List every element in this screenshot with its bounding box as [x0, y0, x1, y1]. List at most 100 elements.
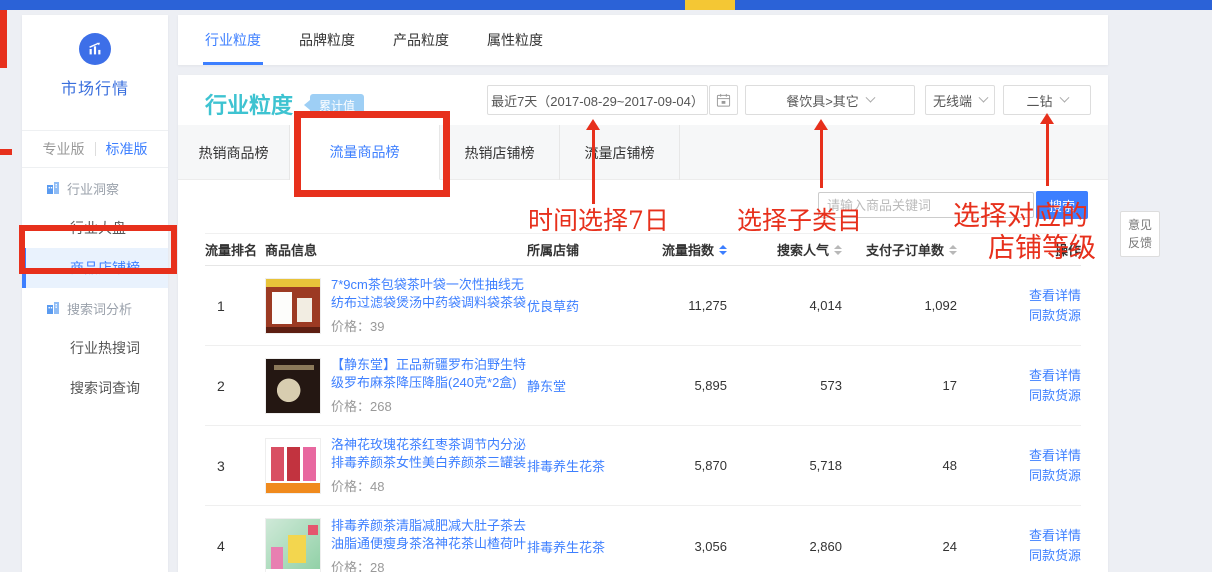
same-supply-link[interactable]: 同款货源 — [1029, 468, 1081, 484]
sidebar-item-search-word-query[interactable]: 搜索词查询 — [22, 368, 168, 408]
table-header-row: 流量排名 商品信息 所属店铺 流量指数 搜索人气 支付子订单数 操作 — [205, 233, 1081, 266]
sidebar-item-hot-search-words[interactable]: 行业热搜词 — [22, 328, 168, 368]
product-image[interactable] — [265, 278, 321, 334]
sidebar-header: 市场行情 — [22, 33, 168, 131]
product-price: 价格：48 — [331, 476, 527, 495]
header-traffic-rank: 流量排名 — [205, 240, 265, 259]
sidebar-item-industry-overview[interactable]: 行业大盘 — [22, 208, 168, 248]
chevron-down-icon — [865, 92, 875, 102]
traffic-index-value: 11,275 — [637, 298, 727, 313]
sort-paid-sub-orders[interactable] — [949, 245, 957, 255]
rank-tab-bar: 热销商品榜 流量商品榜 热销店铺榜 流量店铺榜 — [178, 125, 1108, 180]
product-title-link[interactable]: 排毒养颜茶清脂减肥减大肚子茶去油脂通便瘦身茶洛神花茶山楂荷叶 — [331, 517, 527, 553]
paid-sub-orders-value: 24 — [842, 539, 957, 554]
header-shop: 所属店铺 — [527, 240, 637, 259]
product-price: 价格：39 — [331, 316, 527, 335]
paid-sub-orders-value: 48 — [842, 458, 957, 473]
granularity-tab-bar: 行业粒度 品牌粒度 产品粒度 属性粒度 — [178, 15, 1108, 65]
product-image[interactable] — [265, 518, 321, 572]
shop-link[interactable]: 排毒养生花茶 — [527, 540, 605, 555]
table-row: 1 7*9cm茶包袋茶叶袋一次性抽线无纺布过滤袋煲汤中药袋调料袋茶袋价格：39优良… — [205, 266, 1081, 346]
tab-attribute-granularity[interactable]: 属性粒度 — [487, 15, 543, 65]
terminal-dropdown-label: 无线端 — [933, 91, 972, 110]
tab-industry-granularity[interactable]: 行业粒度 — [205, 15, 261, 65]
version-divider — [95, 142, 96, 156]
sidebar-menu: 行业洞察 行业大盘 商品店铺榜 搜索词分析 行业热搜词 搜索词查询 — [22, 168, 168, 408]
sidebar-section-search-analysis[interactable]: 搜索词分析 — [22, 288, 168, 328]
feedback-widget[interactable]: 意见 反馈 — [1120, 211, 1160, 257]
product-image[interactable] — [265, 438, 321, 494]
paid-sub-orders-value: 1,092 — [842, 298, 957, 313]
header-paid-sub-orders: 支付子订单数 — [842, 240, 957, 259]
sidebar-item-product-shop-rank[interactable]: 商品店铺榜 — [22, 248, 168, 288]
feedback-line2: 反馈 — [1121, 234, 1159, 252]
paid-sub-orders-value: 17 — [842, 378, 957, 393]
calendar-button[interactable] — [709, 85, 738, 115]
calendar-icon — [716, 93, 731, 108]
version-switch: 专业版 标准版 — [22, 131, 168, 168]
tab-traffic-product-rank[interactable]: 流量商品榜 — [290, 125, 440, 180]
view-detail-link[interactable]: 查看详情 — [1029, 288, 1081, 304]
building-icon — [46, 181, 60, 195]
rank-cell: 1 — [205, 298, 265, 314]
same-supply-link[interactable]: 同款货源 — [1029, 308, 1081, 324]
page-title: 行业粒度 — [205, 88, 293, 120]
header-action: 操作 — [957, 240, 1081, 259]
search-popularity-value: 573 — [727, 378, 842, 393]
header-search-popularity: 搜索人气 — [727, 240, 842, 259]
view-detail-link[interactable]: 查看详情 — [1029, 528, 1081, 544]
search-popularity-value: 2,860 — [727, 539, 842, 554]
view-detail-link[interactable]: 查看详情 — [1029, 448, 1081, 464]
product-title-link[interactable]: 洛神花玫瑰花茶红枣茶调节内分泌排毒养颜茶女性美白养颜茶三罐装 — [331, 436, 527, 472]
cumulative-badge: 累计值 — [310, 94, 364, 117]
same-supply-link[interactable]: 同款货源 — [1029, 548, 1081, 564]
product-price: 价格：28 — [331, 557, 527, 572]
search-button[interactable]: 搜索 — [1036, 191, 1088, 219]
tab-hot-shop-rank[interactable]: 热销店铺榜 — [440, 125, 560, 180]
table-row: 2【静东堂】正品新疆罗布泊野生特级罗布麻茶降压降脂(240克*2盒)价格：268… — [205, 346, 1081, 426]
view-detail-link[interactable]: 查看详情 — [1029, 368, 1081, 384]
table-row: 4排毒养颜茶清脂减肥减大肚子茶去油脂通便瘦身茶洛神花茶山楂荷叶价格：28排毒养生… — [205, 506, 1081, 572]
tab-brand-granularity[interactable]: 品牌粒度 — [299, 15, 355, 65]
category-dropdown-label: 餐饮具>其它 — [786, 91, 859, 110]
same-supply-link[interactable]: 同款货源 — [1029, 388, 1081, 404]
product-title-link[interactable]: 【静东堂】正品新疆罗布泊野生特级罗布麻茶降压降脂(240克*2盒) — [331, 356, 527, 392]
shop-level-dropdown[interactable]: 二钻 — [1003, 85, 1091, 115]
shop-link[interactable]: 静东堂 — [527, 379, 566, 394]
chevron-down-icon — [979, 92, 989, 102]
market-logo-icon — [79, 33, 111, 65]
building-icon — [46, 301, 60, 315]
product-price: 价格：268 — [331, 396, 527, 415]
feedback-line1: 意见 — [1121, 216, 1159, 234]
page: 市场行情 专业版 标准版 行业洞察 行业大盘 商品店铺榜 搜索词分析 行业热搜词… — [0, 0, 1212, 572]
product-image[interactable] — [265, 358, 321, 414]
top-bar-yellow-segment — [685, 0, 735, 10]
app-title: 市场行情 — [22, 75, 168, 99]
table-row: 3 洛神花玫瑰花茶红枣茶调节内分泌排毒养颜茶女性美白养颜茶三罐装价格：48排毒养生… — [205, 426, 1081, 506]
top-bar — [0, 0, 1212, 10]
sidebar-section-industry-insight[interactable]: 行业洞察 — [22, 168, 168, 208]
tab-hot-product-rank[interactable]: 热销商品榜 — [178, 125, 290, 180]
header-traffic-index: 流量指数 — [637, 240, 727, 259]
sort-traffic-index[interactable] — [719, 245, 727, 255]
rank-cell: 3 — [205, 458, 265, 474]
traffic-index-value: 5,895 — [637, 378, 727, 393]
tab-traffic-shop-rank[interactable]: 流量店铺榜 — [560, 125, 680, 180]
shop-level-dropdown-label: 二钻 — [1026, 91, 1052, 110]
product-title-link[interactable]: 7*9cm茶包袋茶叶袋一次性抽线无纺布过滤袋煲汤中药袋调料袋茶袋 — [331, 276, 527, 312]
tab-product-granularity[interactable]: 产品粒度 — [393, 15, 449, 65]
sort-search-popularity[interactable] — [834, 245, 842, 255]
tab-standard-version[interactable]: 标准版 — [106, 139, 148, 159]
header-product-info: 商品信息 — [265, 240, 527, 259]
keyword-search-input[interactable] — [818, 192, 1034, 218]
shop-link[interactable]: 排毒养生花茶 — [527, 459, 605, 474]
sidebar-section-label: 行业洞察 — [67, 179, 119, 198]
shop-link[interactable]: 优良草药 — [527, 299, 579, 314]
chevron-down-icon — [1059, 92, 1069, 102]
date-range-picker[interactable]: 最近7天（2017-08-29~2017-09-04） — [487, 85, 708, 115]
main-panel: 行业粒度 累计值 最近7天（2017-08-29~2017-09-04） 餐饮具… — [178, 75, 1108, 572]
tab-pro-version[interactable]: 专业版 — [43, 139, 85, 159]
category-dropdown[interactable]: 餐饮具>其它 — [745, 85, 915, 115]
date-range-label: 最近7天（2017-08-29~2017-09-04） — [491, 91, 704, 110]
terminal-dropdown[interactable]: 无线端 — [925, 85, 995, 115]
